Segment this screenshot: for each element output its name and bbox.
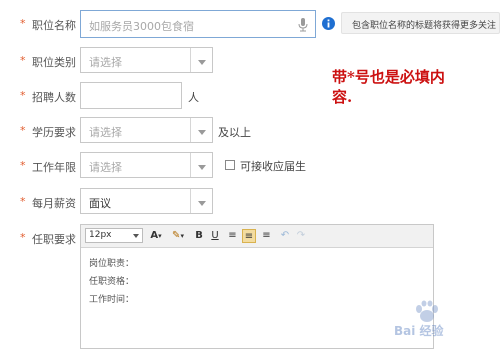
job-title-input[interactable]: 如服务员3000包食宿 xyxy=(80,10,316,38)
job-category-select[interactable]: 请选择 xyxy=(80,47,213,73)
editor-line: 工作时间： xyxy=(89,295,135,305)
font-color-icon[interactable]: A▾ xyxy=(147,229,165,243)
job-title-label: 职位名称 xyxy=(32,19,76,32)
underline-icon[interactable]: U xyxy=(209,229,221,243)
highlight-icon[interactable]: ✎▾ xyxy=(169,229,187,243)
align-left-icon[interactable]: ≡ xyxy=(242,229,256,243)
job-title-placeholder: 如服务员3000包食宿 xyxy=(89,20,194,33)
required-mark: * xyxy=(20,54,26,67)
editor-line: 任职资格： xyxy=(89,277,135,287)
required-mark: * xyxy=(20,17,26,30)
headcount-input[interactable] xyxy=(80,82,182,109)
chevron-down-icon[interactable] xyxy=(190,189,212,213)
chevron-down-icon[interactable] xyxy=(190,48,212,72)
annotation-line-1: 带*号也是必填内 xyxy=(332,68,445,86)
salary-row: * 每月薪资 面议 xyxy=(0,188,500,214)
job-category-label: 职位类别 xyxy=(32,56,76,69)
font-size-value: 12px xyxy=(89,230,112,240)
experience-row: * 工作年限 请选择 可接收应届生 xyxy=(0,152,500,178)
microphone-icon[interactable] xyxy=(298,18,308,32)
paw-logo-icon xyxy=(416,300,438,322)
salary-value: 面议 xyxy=(89,197,111,210)
education-select[interactable]: 请选择 xyxy=(80,117,213,143)
chevron-down-icon[interactable] xyxy=(190,153,212,177)
education-suffix: 及以上 xyxy=(218,126,251,139)
required-mark: * xyxy=(20,89,26,102)
chevron-down-icon[interactable] xyxy=(190,118,212,142)
required-mark: * xyxy=(20,124,26,137)
watermark-text: Bai 经验 xyxy=(394,324,444,338)
tip-bubble: 包含职位名称的标题将获得更多关注 xyxy=(341,12,500,34)
salary-select[interactable]: 面议 xyxy=(80,188,213,214)
editor-body[interactable]: 岗位职责： 任职资格： 工作时间： xyxy=(89,255,134,309)
education-row: * 学历要求 请选择 及以上 xyxy=(0,117,500,143)
salary-label: 每月薪资 xyxy=(32,197,76,210)
tip-text: 包含职位名称的标题将获得更多关注 xyxy=(352,21,497,31)
headcount-unit: 人 xyxy=(188,91,199,104)
education-placeholder: 请选择 xyxy=(89,126,122,139)
align-right-icon[interactable]: ≡ xyxy=(260,229,273,243)
editor-line: 岗位职责： xyxy=(89,259,135,269)
graduate-checkbox-label: 可接收应届生 xyxy=(240,160,306,173)
required-mark: * xyxy=(20,231,26,244)
experience-select[interactable]: 请选择 xyxy=(80,152,213,178)
experience-label: 工作年限 xyxy=(32,161,76,174)
align-center-icon[interactable]: ≡ xyxy=(226,229,239,243)
rich-text-editor[interactable]: 12px A▾ ✎▾ B U ≡ ≡ ≡ ↶ ↷ 岗位职责： 任职资格： 工作时… xyxy=(80,224,434,349)
requirements-label: 任职要求 xyxy=(32,233,76,246)
bold-icon[interactable]: B xyxy=(193,229,205,243)
required-mark: * xyxy=(20,159,26,172)
chevron-down-icon xyxy=(133,234,139,238)
watermark: Bai 经验 xyxy=(392,300,492,340)
headcount-label: 招聘人数 xyxy=(32,91,76,104)
education-label: 学历要求 xyxy=(32,126,76,139)
info-icon xyxy=(322,17,335,30)
job-title-row: * 职位名称 如服务员3000包食宿 包含职位名称的标题将获得更多关注 xyxy=(0,10,500,38)
undo-icon[interactable]: ↶ xyxy=(279,229,291,243)
graduate-checkbox[interactable] xyxy=(225,160,235,170)
font-size-select[interactable]: 12px xyxy=(85,228,143,243)
experience-placeholder: 请选择 xyxy=(89,161,122,174)
required-mark: * xyxy=(20,195,26,208)
editor-toolbar: 12px A▾ ✎▾ B U ≡ ≡ ≡ ↶ ↷ xyxy=(81,225,433,248)
redo-icon[interactable]: ↷ xyxy=(295,229,307,243)
job-category-placeholder: 请选择 xyxy=(89,56,122,69)
annotation-note: 带*号也是必填内 容. xyxy=(332,67,445,107)
annotation-line-2: 容. xyxy=(332,88,353,106)
